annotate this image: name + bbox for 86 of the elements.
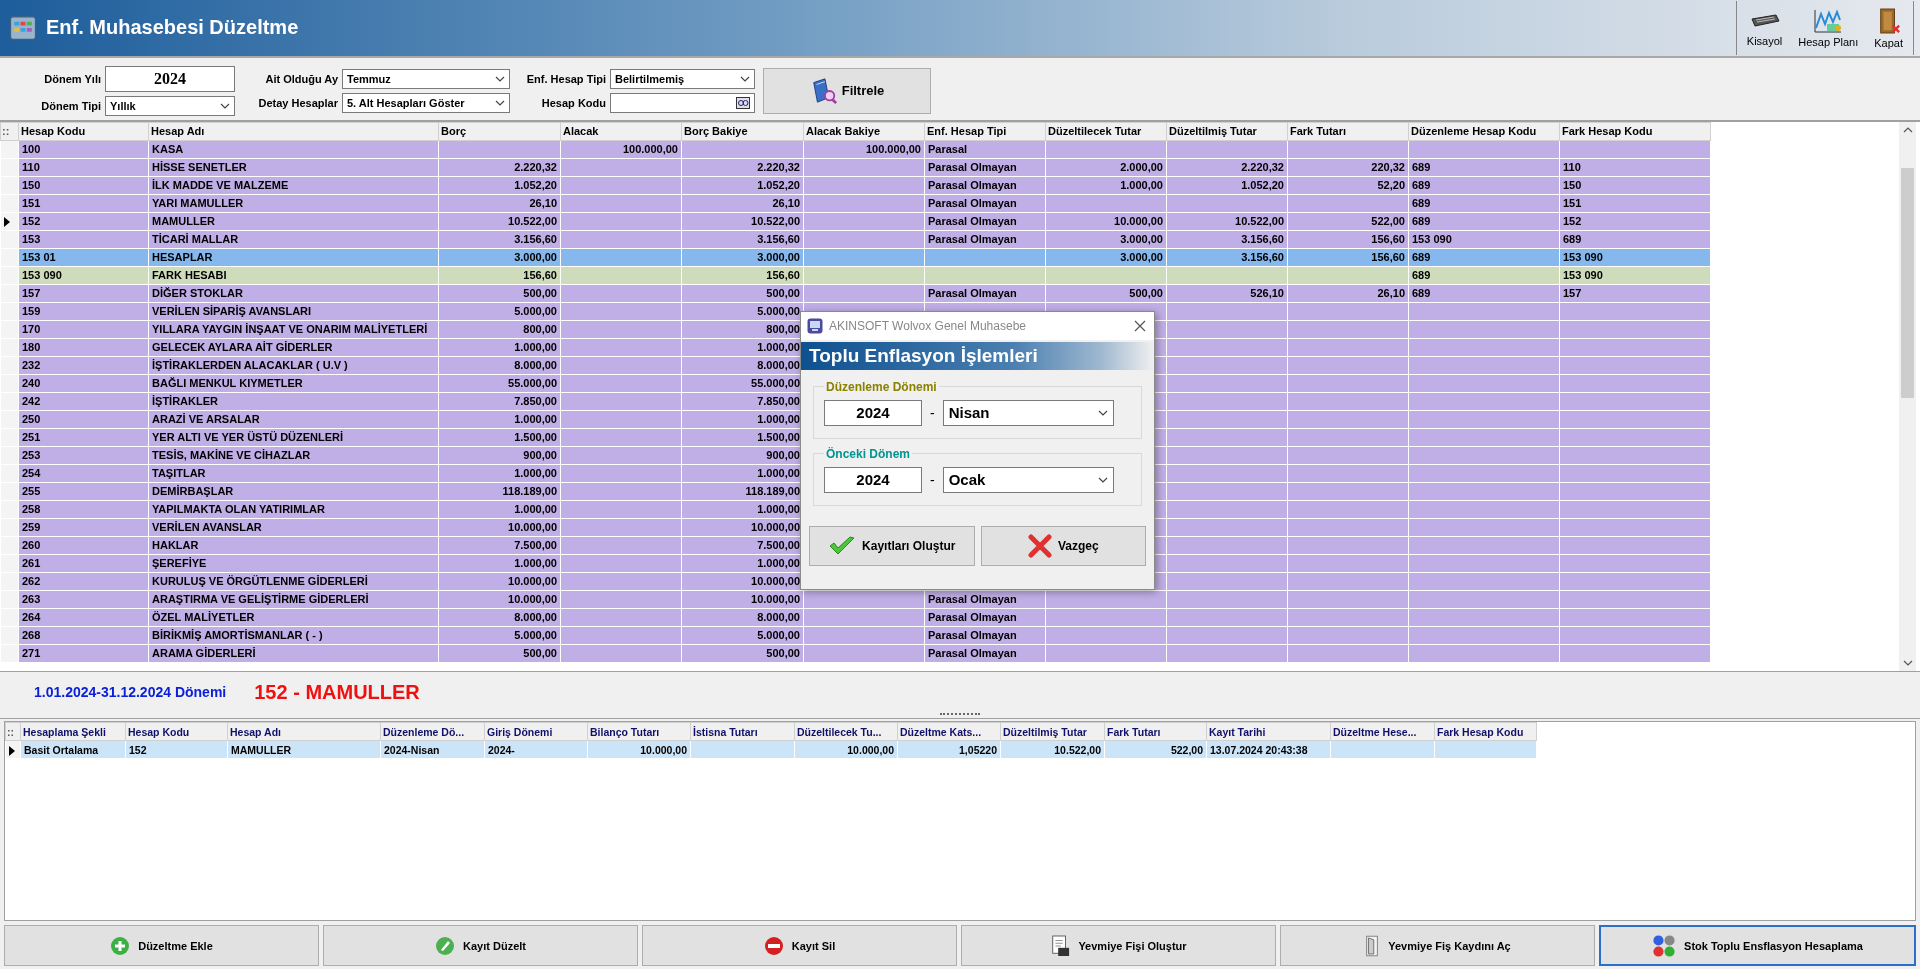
column-header[interactable]: Fark Tutarı [1104, 722, 1207, 741]
group-legend: Düzenleme Dönemi [824, 379, 939, 394]
window-title: Enf. Muhasebesi Düzeltme [46, 16, 299, 40]
balls-icon [1652, 933, 1677, 958]
field-label: Enf. Hesap Tipi [525, 72, 606, 85]
app-icon [807, 317, 823, 334]
check-icon [828, 534, 857, 557]
column-header[interactable]: Düzeltilecek Tutar [1045, 122, 1167, 141]
detail-accounts-dropdown[interactable]: 5. Alt Hesapları Göster [342, 92, 510, 113]
column-header[interactable]: Alacak Bakiye [803, 122, 925, 141]
column-header[interactable]: Giriş Dönemi [484, 722, 588, 741]
action-button[interactable]: Yevmiye Fişi Oluştur [961, 925, 1276, 966]
chevron-down-icon [495, 99, 505, 106]
chevron-down-icon [1097, 409, 1108, 416]
document-icon [1050, 934, 1071, 957]
column-header[interactable]: Alacak [560, 122, 682, 141]
column-header[interactable]: Hesaplama Şekli [20, 722, 126, 741]
column-header[interactable]: Borç [438, 122, 561, 141]
dialog-button[interactable]: Kayıtları Oluştur [809, 525, 975, 566]
column-header[interactable]: Hesap Kodu [125, 722, 228, 741]
period-label: 1.01.2024-31.12.2024 Dönemi [34, 684, 227, 701]
action-button[interactable]: Kayıt Düzelt [323, 925, 638, 966]
action-button[interactable]: Kayıt Sil [642, 925, 957, 966]
lookup-icon [736, 96, 750, 109]
splitter-grip[interactable] [940, 713, 980, 718]
chevron-down-icon [220, 102, 230, 109]
toolbar-button[interactable]: Kisayol [1742, 6, 1787, 49]
period-type-dropdown[interactable]: Yıllık [105, 95, 235, 116]
column-header[interactable]: Hesap Adı [227, 722, 381, 741]
month-dropdown[interactable]: Ocak [942, 466, 1114, 493]
toolbar-button[interactable]: Kapat [1870, 4, 1907, 51]
column-header[interactable]: Hesap Adı [148, 122, 439, 141]
column-header[interactable]: Düzeltilecek Tu... [794, 722, 898, 741]
cross-icon [1027, 533, 1052, 558]
column-header[interactable]: Fark Tutarı [1287, 122, 1409, 141]
column-header[interactable]: Bilanço Tutarı [587, 722, 691, 741]
scroll-up-icon[interactable] [1902, 126, 1913, 133]
column-header[interactable]: Borç Bakiye [681, 122, 804, 141]
grid-corner: :: [0, 122, 19, 141]
filter-button[interactable]: Filtrele [763, 67, 931, 114]
field-label: Hesap Kodu [540, 96, 606, 109]
field-label: Ait Olduğu Ay [264, 72, 338, 85]
column-header[interactable]: Düzeltilmiş Tutar [1166, 122, 1288, 141]
separator-dash: - [930, 404, 935, 421]
chevron-down-icon [495, 75, 505, 82]
door-icon [1364, 934, 1381, 957]
dialog-button[interactable]: Vazgeç [980, 525, 1146, 566]
plus-icon [110, 935, 131, 956]
selected-account-label: 152 - MAMULLER [254, 680, 420, 704]
grid-corner: :: [5, 722, 21, 741]
chevron-down-icon [740, 75, 750, 82]
dialog-title: AKINSOFT Wolvox Genel Muhasebe [829, 318, 1026, 333]
toolbar-button[interactable]: Hesap Planı [1794, 5, 1863, 50]
account-type-dropdown[interactable]: Belirtilmemiş [610, 68, 755, 89]
minus-icon [763, 935, 784, 956]
column-header[interactable]: Düzeltilmiş Tutar [1000, 722, 1105, 741]
month-dropdown[interactable]: Temmuz [342, 68, 510, 89]
column-header[interactable]: Düzenleme Dö... [380, 722, 485, 741]
separator-dash: - [930, 471, 935, 488]
column-header[interactable]: Fark Hesap Kodu [1559, 122, 1711, 141]
column-header[interactable]: İstisna Tutarı [690, 722, 795, 741]
action-button[interactable]: Stok Toplu Ensflasyon Hesaplama [1599, 925, 1916, 966]
year-field[interactable]: 2024 [105, 65, 235, 92]
field-label: Dönem Yılı [43, 72, 101, 85]
field-label: Detay Hesaplar [257, 96, 338, 109]
year-field[interactable]: 2024 [824, 399, 922, 426]
column-header[interactable]: Düzeltme Hese... [1330, 722, 1435, 741]
column-header[interactable]: Düzeltme Kats... [897, 722, 1001, 741]
scroll-down-icon[interactable] [1902, 660, 1913, 667]
action-button[interactable]: Yevmiye Fiş Kaydını Aç [1280, 925, 1595, 966]
month-dropdown[interactable]: Nisan [942, 399, 1114, 426]
year-field[interactable]: 2024 [824, 466, 922, 493]
chart-icon [1813, 7, 1844, 34]
column-header[interactable]: Hesap Kodu [18, 122, 149, 141]
edit-icon [435, 935, 455, 956]
chevron-down-icon [1097, 476, 1108, 483]
account-code-field[interactable] [610, 92, 755, 113]
column-header[interactable]: Düzenleme Hesap Kodu [1408, 122, 1560, 141]
column-header[interactable]: Enf. Hesap Tipi [924, 122, 1046, 141]
field-label: Dönem Tipi [40, 99, 101, 112]
column-header[interactable]: Fark Hesap Kodu [1434, 722, 1537, 741]
scrollbar[interactable] [1899, 121, 1916, 672]
group-legend: Önceki Dönem [824, 446, 913, 461]
column-header[interactable]: Kayıt Tarihi [1206, 722, 1331, 741]
action-button[interactable]: Düzeltme Ekle [4, 925, 319, 966]
dialog-heading: Toplu Enflasyon İşlemleri [809, 344, 1038, 367]
